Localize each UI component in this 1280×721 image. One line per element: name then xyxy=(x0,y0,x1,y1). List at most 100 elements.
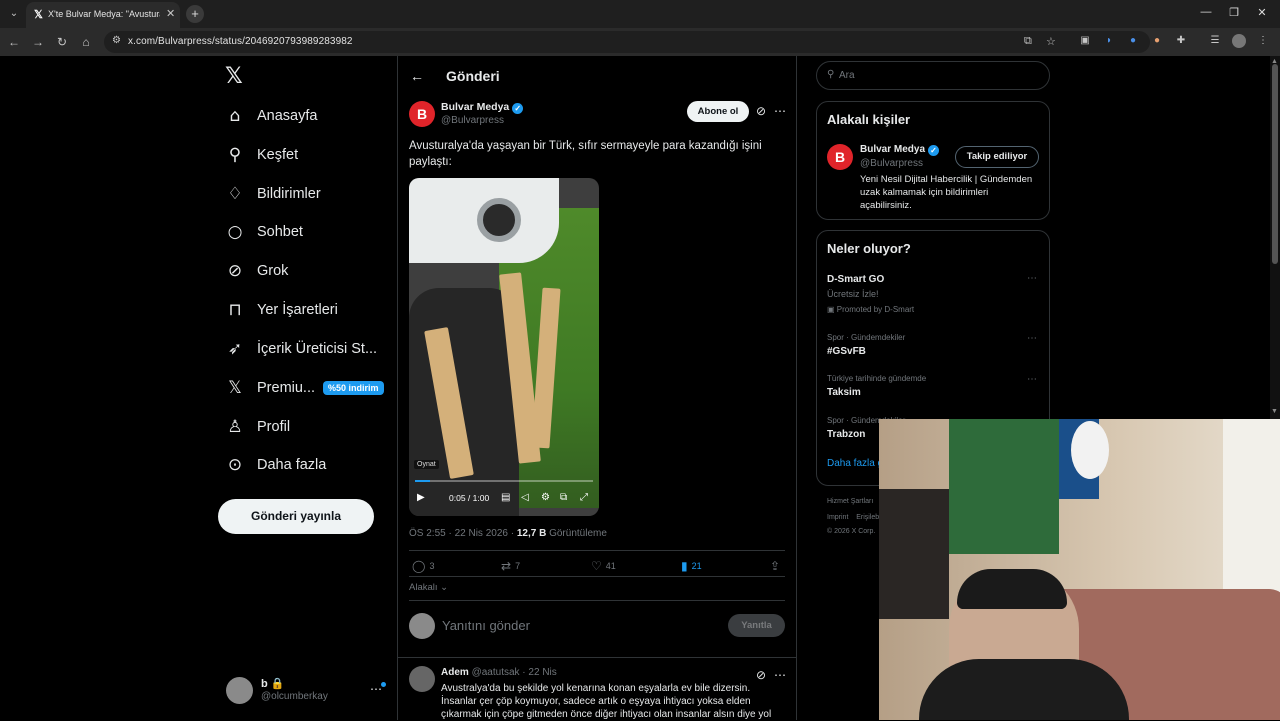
lock-icon: 🔒 xyxy=(270,678,285,690)
grok-icon[interactable]: ⊘ xyxy=(756,668,766,682)
close-icon[interactable]: ✕ xyxy=(166,7,175,20)
pip-icon[interactable]: ⧉ xyxy=(560,492,567,503)
grok-icon: ⊘ xyxy=(227,261,243,281)
window-close-button[interactable]: ✕ xyxy=(1254,6,1270,19)
trend-item[interactable]: Taksim xyxy=(827,387,861,398)
address-bar[interactable]: ⚙ x.com/Bulvarpress/status/2046920793989… xyxy=(104,31,1150,53)
tab-title: X'te Bulvar Medya: "Avusturalya xyxy=(48,9,160,19)
subscribe-button[interactable]: Abone ol xyxy=(687,101,749,122)
post-button[interactable]: Gönderi yayınla xyxy=(218,499,374,534)
nav-more[interactable]: ⊙ Daha fazla xyxy=(222,451,326,479)
nav-label: Anasayfa xyxy=(257,108,318,124)
url-text[interactable]: x.com/Bulvarpress/status/204692079398928… xyxy=(128,36,353,47)
play-icon[interactable]: ▶ xyxy=(417,492,425,503)
forward-icon[interactable]: → xyxy=(30,34,46,50)
settings-icon[interactable]: ⚙ xyxy=(541,492,550,503)
post-author-name[interactable]: Bulvar Medya ✓ xyxy=(441,101,524,114)
browser-tab[interactable]: 𝕏 X'te Bulvar Medya: "Avusturalya ✕ xyxy=(26,2,180,28)
new-tab-button[interactable]: + xyxy=(186,5,204,23)
trend-item[interactable]: #GSvFB xyxy=(827,346,866,357)
promoted-icon: ▣ xyxy=(827,305,835,314)
restore-button[interactable]: ❐ xyxy=(1226,6,1242,19)
more-icon[interactable]: ⋯ xyxy=(1027,374,1037,385)
back-icon[interactable]: ← xyxy=(6,34,22,50)
card-title: Alakalı kişiler xyxy=(827,112,911,127)
account-switcher[interactable]: b 🔒 @olcumberkay ⋯ xyxy=(226,676,386,706)
nav-label: Daha fazla xyxy=(257,457,327,473)
nav-home[interactable]: ⌂ Anasayfa xyxy=(222,102,318,130)
avatar[interactable]: B xyxy=(409,101,435,127)
avatar[interactable] xyxy=(409,666,435,692)
more-icon[interactable]: ⋯ xyxy=(774,104,786,118)
bookmark-action[interactable]: ▮ 21 xyxy=(681,559,702,573)
search-input[interactable]: ⚲ Ara xyxy=(816,61,1050,90)
back-arrow-icon[interactable]: ← xyxy=(410,68,424,84)
scroll-down-icon[interactable]: ▼ xyxy=(1271,408,1278,415)
extension-icon[interactable]: ● xyxy=(1126,34,1140,48)
webcam-shelf xyxy=(879,489,949,619)
nav-label: İçerik Üreticisi St... xyxy=(257,341,378,357)
following-button[interactable]: Takip ediliyor xyxy=(955,146,1039,168)
share-action[interactable]: ⇪ xyxy=(770,559,784,573)
video-time: 0:05 / 1:00 xyxy=(449,493,490,503)
premium-discount-badge: %50 indirim xyxy=(323,381,384,395)
video-player[interactable]: Oynat ▶ 0:05 / 1:00 ▤ ◁ ⚙ ⧉ ⤢ xyxy=(409,178,599,516)
post-author-handle[interactable]: @Bulvarpress xyxy=(441,115,504,126)
more-icon[interactable]: ⋯ xyxy=(1027,333,1037,344)
comment-author[interactable]: Adem xyxy=(441,667,469,678)
reply-button[interactable]: Yanıtla xyxy=(728,614,785,637)
footer-copyright: © 2026 X Corp. xyxy=(827,528,876,535)
extension-icon[interactable]: ● xyxy=(1150,34,1164,48)
mute-icon[interactable]: ◁ xyxy=(521,492,529,503)
related-handle[interactable]: @Bulvarpress xyxy=(860,158,923,169)
menu-icon[interactable]: ⋮ xyxy=(1256,34,1270,48)
nav-profile[interactable]: ♙ Profil xyxy=(222,413,290,441)
trend-item[interactable]: D-Smart GO xyxy=(827,274,884,285)
reply-action[interactable]: ◯ 3 xyxy=(412,559,434,573)
avatar xyxy=(226,677,253,704)
verified-icon: ✓ xyxy=(928,145,940,156)
reply-icon: ◯ xyxy=(412,559,426,573)
home-icon: ⌂ xyxy=(229,106,241,126)
reply-input[interactable]: Yanıtını gönder xyxy=(442,618,530,633)
nav-bookmarks[interactable]: ⊓ Yer İşaretleri xyxy=(222,296,338,324)
more-icon[interactable]: ⋯ xyxy=(1027,273,1037,284)
nav-premium[interactable]: 𝕏 Premiu... %50 indirim xyxy=(222,374,384,402)
puzzle-icon[interactable]: ✚ xyxy=(1174,34,1188,48)
star-icon[interactable]: ☆ xyxy=(1046,35,1056,48)
grok-icon[interactable]: ⊘ xyxy=(756,104,766,118)
more-icon[interactable]: ⋯ xyxy=(774,668,786,682)
reading-list-icon[interactable]: ☰ xyxy=(1208,34,1222,48)
reload-icon[interactable]: ↻ xyxy=(54,34,70,50)
profile-avatar[interactable] xyxy=(1232,34,1246,48)
fullscreen-icon[interactable]: ⤢ xyxy=(580,492,588,503)
nav-label: Yer İşaretleri xyxy=(257,302,338,318)
related-name[interactable]: Bulvar Medya ✓ xyxy=(860,144,940,156)
post-timestamp: ÖS 2:55 · 22 Nis 2026 · 12,7 B Görüntüle… xyxy=(409,528,607,539)
trend-item[interactable]: Trabzon xyxy=(827,429,865,440)
nav-explore[interactable]: ⚲ Keşfet xyxy=(222,141,298,169)
nav-grok[interactable]: ⊘ Grok xyxy=(222,257,289,285)
sort-dropdown[interactable]: Alakalı ⌄ xyxy=(409,582,448,593)
minimize-button[interactable]: — xyxy=(1198,6,1214,18)
divider xyxy=(409,600,785,601)
home-icon[interactable]: ⌂ xyxy=(78,34,94,50)
x-logo-icon[interactable]: 𝕏 xyxy=(225,64,243,89)
scrollbar-thumb[interactable] xyxy=(1272,64,1278,264)
repost-action[interactable]: ⇄ 7 xyxy=(501,559,520,573)
captions-icon[interactable]: ▤ xyxy=(501,492,510,503)
nav-notifications[interactable]: ♢ Bildirimler xyxy=(222,180,320,208)
extension-icon[interactable]: ▣ xyxy=(1078,34,1092,48)
footer-link[interactable]: Hizmet Şartları xyxy=(827,498,873,505)
extension-icon[interactable]: ◗ xyxy=(1102,34,1116,48)
like-action[interactable]: ♡ 41 xyxy=(591,559,616,573)
tab-search-icon[interactable]: ⌄ xyxy=(6,6,22,22)
nav-creator-studio[interactable]: ➶ İçerik Üreticisi St... xyxy=(222,335,377,363)
install-icon[interactable]: ⧉ xyxy=(1024,35,1032,48)
video-progress-bar[interactable] xyxy=(415,480,593,482)
nav-chat[interactable]: ○ Sohbet xyxy=(222,218,303,246)
play-tooltip: Oynat xyxy=(414,460,439,469)
webcam-person-shirt xyxy=(919,659,1129,720)
site-info-icon[interactable]: ⚙ xyxy=(112,35,121,46)
avatar[interactable]: B xyxy=(827,144,853,170)
